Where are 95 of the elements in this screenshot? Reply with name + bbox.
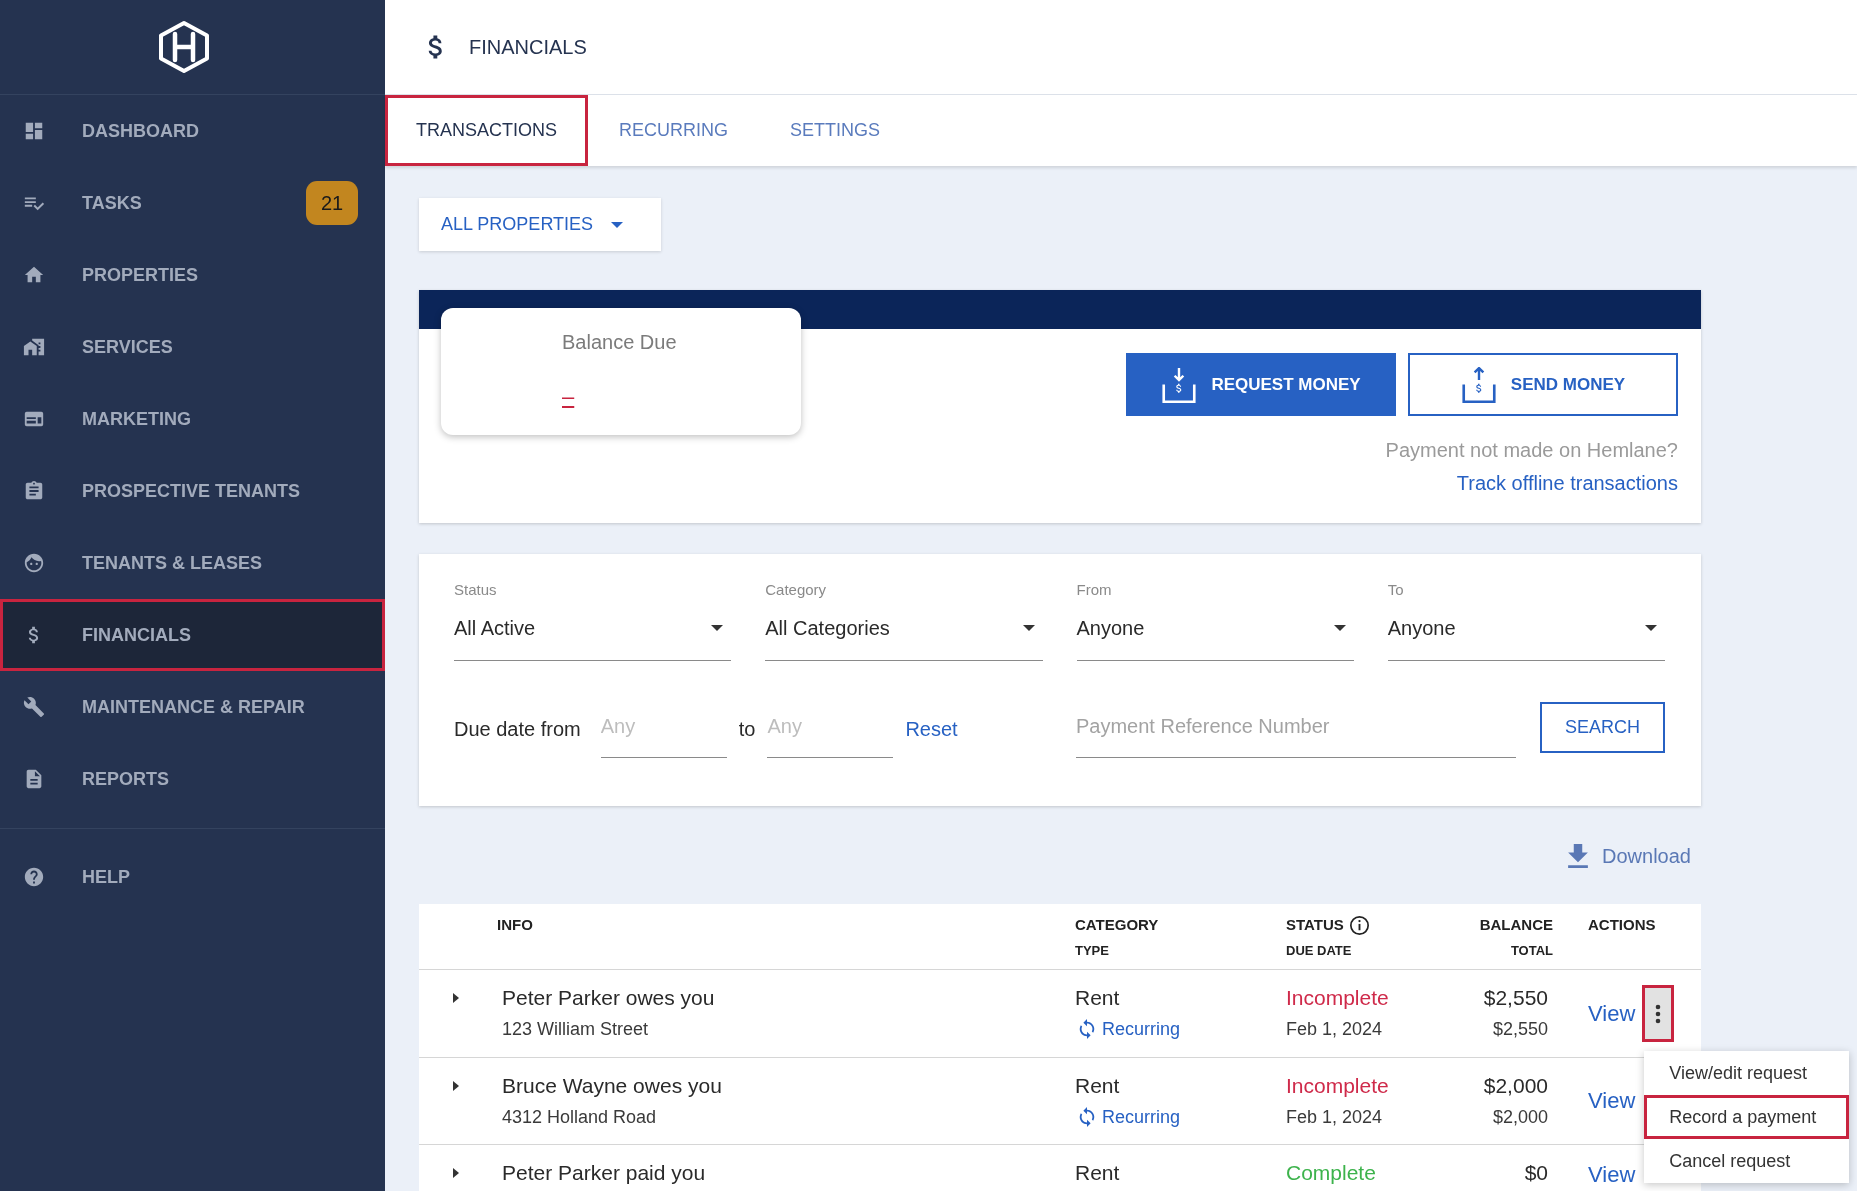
expand-caret-icon[interactable] <box>453 1081 459 1091</box>
menu-item[interactable]: View/edit request <box>1644 1051 1850 1095</box>
vertical-dots-icon <box>1655 1003 1662 1024</box>
dashboard-icon <box>23 120 45 142</box>
view-link[interactable]: View <box>1588 1160 1636 1190</box>
nav-item[interactable]: FINANCIALS <box>0 599 385 671</box>
column-header: INFO <box>497 915 533 935</box>
balance-amount-link[interactable]: – <box>562 385 575 409</box>
face-icon <box>23 552 45 574</box>
category-text: Rent <box>1075 1160 1120 1186</box>
sync-icon <box>1078 1107 1096 1127</box>
clipboard-icon <box>23 480 45 502</box>
download-icon <box>1568 844 1589 868</box>
caret-down-icon <box>1333 625 1346 631</box>
field-label: Status <box>454 580 497 600</box>
status-text: Complete <box>1286 1160 1376 1186</box>
wrench-icon <box>23 696 45 718</box>
search-button[interactable]: SEARCH <box>1540 702 1665 753</box>
transaction-title: Bruce Wayne owes you <box>502 1073 722 1099</box>
caret-down-icon <box>1645 625 1657 631</box>
due-date-text: Feb 1, 2024 <box>1286 1106 1383 1129</box>
type-text: Recurring <box>1102 1106 1181 1129</box>
nav-item[interactable]: REPORTS <box>0 743 385 815</box>
due-date-label: Due date from <box>454 717 581 742</box>
caret-down-icon <box>611 221 624 228</box>
buildings-icon <box>23 336 45 358</box>
field-label: Category <box>765 580 827 600</box>
date-range-label: to <box>738 717 756 742</box>
column-header: STATUS <box>1286 915 1344 935</box>
balance-amount: $2,000 <box>1483 1073 1548 1099</box>
field-label: To <box>1387 580 1404 600</box>
nav-item[interactable]: MAINTENANCE & REPAIR <box>0 671 385 743</box>
nav-item[interactable]: TASKS 21 <box>0 167 385 239</box>
filter-select[interactable]: All Categories <box>765 604 1043 661</box>
menu-item[interactable]: Cancel request <box>1644 1139 1850 1183</box>
nav-item[interactable]: SERVICES <box>0 311 385 383</box>
total-amount: $2,000 <box>1492 1106 1548 1129</box>
view-link[interactable]: View <box>1588 998 1636 1029</box>
column-subheader: TYPE <box>1075 942 1109 960</box>
date-input[interactable]: Any <box>600 712 727 758</box>
due-date-text: Feb 1, 2024 <box>1286 1018 1383 1041</box>
tab[interactable]: TRANSACTIONS <box>385 95 588 166</box>
more-options-button[interactable] <box>1642 985 1675 1042</box>
column-header: CATEGORY <box>1075 915 1159 935</box>
column-header: BALANCE <box>1479 915 1553 935</box>
caret-down-icon <box>1022 625 1035 631</box>
column-header: ACTIONS <box>1588 915 1656 935</box>
date-input[interactable]: Any <box>767 712 894 758</box>
filter-select[interactable]: Anyone <box>1076 604 1354 661</box>
offline-note: Payment not made on Hemlane? <box>1385 438 1678 463</box>
total-amount: $2,550 <box>1492 1018 1548 1041</box>
request-money-button[interactable]: REQUEST MONEY <box>1126 353 1396 416</box>
help-icon <box>23 866 45 888</box>
expand-caret-icon[interactable] <box>453 1168 459 1178</box>
transaction-title: Peter Parker paid you <box>502 1160 706 1186</box>
tray-arrow-down-icon <box>1161 366 1198 403</box>
page-title: FINANCIALS <box>469 35 587 59</box>
nav-item[interactable]: HELP <box>0 841 385 913</box>
filter-select[interactable]: All Active <box>454 604 732 661</box>
nav-item[interactable]: TENANTS & LEASES <box>0 527 385 599</box>
property-address: 4312 Holland Road <box>502 1106 657 1129</box>
filter-select[interactable]: Anyone <box>1387 604 1665 661</box>
property-address: 123 William Street <box>502 1018 649 1041</box>
category-text: Rent <box>1075 985 1120 1011</box>
status-text: Incomplete <box>1286 1073 1389 1099</box>
category-text: Rent <box>1075 1073 1120 1099</box>
expand-caret-icon[interactable] <box>453 993 459 1003</box>
send-money-button[interactable]: SEND MONEY <box>1408 353 1678 416</box>
balance-label: Balance Due <box>562 330 677 354</box>
view-link[interactable]: View <box>1588 1086 1636 1116</box>
offline-transactions-link[interactable]: Track offline transactions <box>1456 469 1678 497</box>
tab[interactable]: SETTINGS <box>759 95 912 166</box>
transaction-title: Peter Parker owes you <box>502 985 715 1011</box>
caret-down-icon <box>711 625 724 631</box>
nav-item[interactable]: PROPERTIES <box>0 239 385 311</box>
dollar-icon <box>427 33 445 61</box>
column-subheader: TOTAL <box>1510 942 1553 960</box>
balance-amount: $2,550 <box>1483 985 1548 1011</box>
tray-arrow-up-icon <box>1460 366 1497 403</box>
count-badge: 21 <box>306 181 358 225</box>
status-text: Incomplete <box>1286 985 1389 1011</box>
menu-item[interactable]: Record a payment <box>1644 1095 1850 1139</box>
column-subheader: DUE DATE <box>1286 942 1352 960</box>
nav-item[interactable]: PROSPECTIVE TENANTS <box>0 455 385 527</box>
nav-item[interactable]: DASHBOARD <box>0 95 385 167</box>
field-label: From <box>1076 580 1112 600</box>
reset-link[interactable]: Reset <box>905 714 958 744</box>
property-filter-dropdown[interactable]: ALL PROPERTIES <box>419 198 661 251</box>
nav-item[interactable]: MARKETING <box>0 383 385 455</box>
balance-amount: $0 <box>1524 1160 1548 1186</box>
type-text: Recurring <box>1102 1018 1181 1041</box>
tab[interactable]: RECURRING <box>588 95 760 166</box>
reference-input[interactable]: Payment Reference Number <box>1076 712 1516 758</box>
download-link[interactable]: Download <box>1568 836 1691 876</box>
sync-icon <box>1078 1019 1096 1039</box>
